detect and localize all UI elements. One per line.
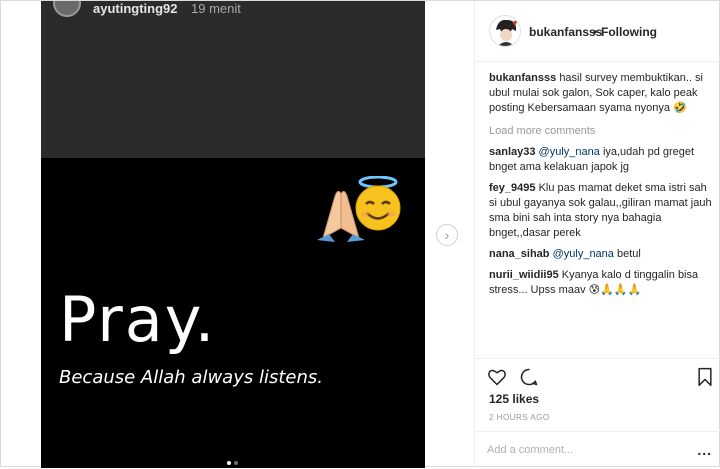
- post-username[interactable]: bukanfansss: [529, 25, 602, 39]
- post-media[interactable]: ayutingting92 19 menit Pray. Because All…: [41, 1, 425, 468]
- comment-username[interactable]: sanlay33: [489, 146, 535, 158]
- story-subline: Because Allah always listens.: [59, 367, 323, 388]
- load-more-comments-link[interactable]: Load more comments: [489, 124, 715, 139]
- comment-username[interactable]: fey_9495: [489, 182, 536, 194]
- following-button[interactable]: Following: [601, 25, 657, 39]
- list-item: nurii_wiidii95 Kyanya kalo d tinggalin b…: [489, 268, 715, 298]
- carousel-dot: [234, 461, 238, 465]
- comments-list: bukanfansss hasil survey membuktikan.. s…: [489, 71, 715, 304]
- story-time: 19 menit: [191, 1, 241, 16]
- carousel-indicator: [227, 452, 241, 468]
- post-actions: 125 likes 2 HOURS AGO ...: [475, 358, 720, 468]
- story-headline: Pray.: [59, 283, 217, 356]
- avatar[interactable]: [489, 15, 521, 47]
- comment-mention[interactable]: @yuly_nana: [539, 146, 600, 158]
- smiling-face-with-halo-icon: [355, 175, 401, 231]
- next-post-button[interactable]: ›: [436, 224, 458, 246]
- comment-text: betul: [616, 248, 641, 260]
- comment-icon[interactable]: [519, 367, 539, 387]
- story-header-area: [41, 1, 425, 158]
- heart-icon[interactable]: [487, 367, 507, 387]
- story-username: ayutingting92: [93, 1, 178, 16]
- post-caption: bukanfansss hasil survey membuktikan.. s…: [489, 71, 715, 116]
- header-separator: •: [593, 25, 598, 39]
- post-details-panel: bukanfansss • Following bukanfansss hasi…: [474, 1, 720, 468]
- caption-username[interactable]: bukanfansss: [489, 72, 556, 84]
- likes-count[interactable]: 125 likes: [489, 392, 539, 406]
- emoji-group: [305, 175, 405, 242]
- list-item: nana_sihab @yuly_nana betul: [489, 247, 715, 262]
- comment-username[interactable]: nana_sihab: [489, 248, 550, 260]
- more-options-button[interactable]: ...: [697, 442, 712, 458]
- bookmark-icon[interactable]: [695, 367, 715, 387]
- list-item: sanlay33 @yuly_nana iya,udah pd greget b…: [489, 145, 715, 175]
- post-header: bukanfansss • Following: [475, 1, 720, 62]
- comment-mention[interactable]: @yuly_nana: [553, 248, 614, 260]
- add-comment-row: ...: [475, 431, 720, 469]
- list-item: fey_9495 Klu pas mamat deket sma istri s…: [489, 181, 715, 241]
- comment-username[interactable]: nurii_wiidii95: [489, 269, 559, 281]
- post-timestamp: 2 HOURS AGO: [489, 413, 550, 422]
- add-comment-input[interactable]: [487, 444, 677, 456]
- carousel-dot-active: [227, 461, 231, 465]
- post-window: ayutingting92 19 menit Pray. Because All…: [0, 0, 720, 468]
